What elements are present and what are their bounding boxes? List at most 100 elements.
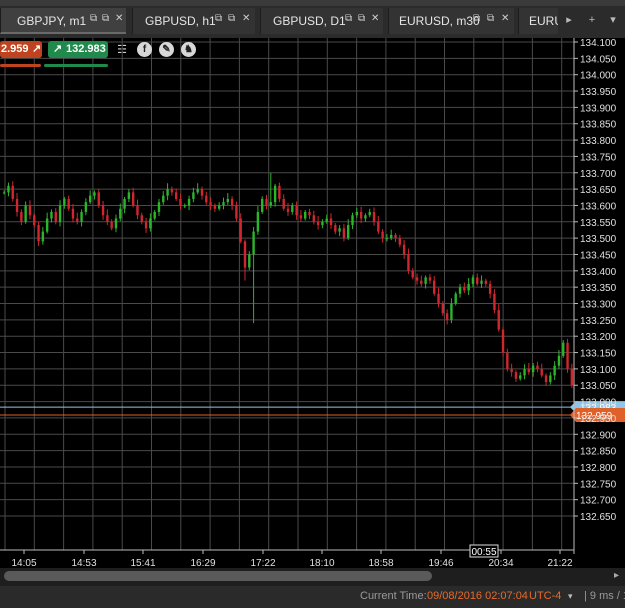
- candle-body: [166, 189, 169, 196]
- list-icon[interactable]: ☷: [114, 42, 130, 58]
- candle-body: [553, 365, 556, 376]
- candle-body: [321, 221, 324, 226]
- candle-body: [217, 205, 221, 209]
- y-tick-label: 133.600: [580, 201, 617, 212]
- candle-body: [2, 192, 6, 194]
- tabs-menu-icon[interactable]: ▾: [604, 10, 622, 30]
- tab-eurusd-m30[interactable]: EURUSD, m30 ⧉ ⧉ ✕: [388, 8, 514, 34]
- candle-body: [510, 368, 513, 373]
- candle-body: [480, 280, 483, 284]
- close-icon[interactable]: ✕: [501, 13, 509, 24]
- tab-label: GBPUSD, h1: [145, 14, 216, 28]
- candle-body: [33, 215, 36, 226]
- y-tick-label: 133.950: [580, 87, 617, 98]
- popout-icon[interactable]: ⧉: [345, 13, 352, 24]
- candle-body: [364, 215, 367, 219]
- scroll-right-icon[interactable]: ▸: [614, 570, 619, 581]
- pin-icon[interactable]: ⧉: [102, 13, 109, 24]
- y-tick-label: 132.900: [580, 430, 617, 441]
- candle-body: [149, 218, 152, 229]
- close-icon[interactable]: ✕: [371, 13, 379, 24]
- y-tick-label: 133.050: [580, 381, 617, 392]
- alert-icon[interactable]: ♞: [181, 42, 196, 57]
- candle-body: [179, 198, 182, 206]
- buy-bar: [44, 64, 108, 67]
- timezone-dropdown-icon[interactable]: ▾: [568, 591, 573, 602]
- candle-body: [299, 215, 303, 219]
- candle-body: [566, 342, 569, 369]
- y-tick-label: 133.300: [580, 300, 617, 311]
- candle-body: [458, 287, 462, 294]
- popout-icon[interactable]: ⧉: [90, 13, 97, 24]
- y-tick-label: 132.650: [580, 512, 617, 523]
- candle-body: [523, 368, 526, 376]
- candle-body: [11, 185, 14, 199]
- scrollbar-thumb[interactable]: [4, 571, 432, 581]
- candle-body: [544, 375, 548, 382]
- x-tick-label: 19:46: [428, 558, 453, 568]
- close-icon[interactable]: ✕: [115, 13, 123, 24]
- y-tick-label: 133.550: [580, 218, 617, 229]
- y-tick-label: 133.700: [580, 169, 617, 180]
- latency-readout: | 9 ms / 1: [584, 590, 625, 602]
- add-tab-icon[interactable]: +: [583, 10, 601, 30]
- pin-icon[interactable]: ⧉: [228, 13, 235, 24]
- time-marker: 00:55: [469, 544, 499, 558]
- candle-body: [243, 241, 247, 268]
- candle-body: [531, 365, 535, 373]
- candle-body: [282, 198, 285, 209]
- facebook-icon[interactable]: f: [137, 42, 152, 57]
- candle-body: [394, 234, 397, 239]
- popout-icon[interactable]: ⧉: [473, 13, 480, 24]
- y-tick-label: 133.200: [580, 332, 617, 343]
- candle-body: [84, 202, 88, 212]
- tab-gbpusd-h1[interactable]: GBPUSD, h1 ⧉ ⧉ ✕: [132, 8, 255, 34]
- candle-body: [557, 355, 561, 366]
- candle-body: [123, 198, 126, 209]
- y-tick-label: 133.750: [580, 152, 617, 163]
- chart-scrollbar[interactable]: ▸: [0, 568, 625, 586]
- candle-body: [295, 205, 298, 216]
- y-tick-label: 133.800: [580, 136, 617, 147]
- tab-gbpusd-d1[interactable]: GBPUSD, D1 ⧉ ⧉ ✕: [260, 8, 383, 34]
- candle-body: [192, 192, 195, 199]
- candle-body: [488, 283, 492, 294]
- candle-body: [222, 202, 225, 206]
- scroll-tabs-right-icon[interactable]: ▸: [560, 10, 578, 30]
- x-tick-label: 14:05: [11, 558, 36, 568]
- time-marker-label: 00:55: [471, 547, 496, 558]
- buy-price: 132.983: [66, 43, 106, 55]
- candle-body: [501, 329, 505, 353]
- candle-body: [63, 198, 66, 206]
- pin-icon[interactable]: ⧉: [487, 13, 494, 24]
- sell-button[interactable]: 2.959 ↗: [0, 41, 42, 58]
- candle-body: [76, 218, 79, 222]
- tab-euru[interactable]: EURU: [518, 8, 558, 34]
- candle-body: [256, 211, 260, 232]
- candle-body: [209, 202, 212, 206]
- candle-body: [248, 254, 251, 268]
- candle-body: [106, 215, 109, 222]
- candle-body: [476, 277, 479, 284]
- buy-button[interactable]: ↗ 132.983: [48, 41, 108, 58]
- candle-body: [484, 280, 488, 284]
- candle-body: [157, 202, 161, 212]
- popout-icon[interactable]: ⧉: [215, 13, 222, 24]
- share-icon[interactable]: ✎: [159, 42, 174, 57]
- price-chart[interactable]: 132.983132.959 134.100134.050134.000133.…: [0, 38, 625, 569]
- candle-body: [50, 211, 53, 219]
- candle-body: [20, 211, 23, 222]
- chart-area[interactable]: 132.983132.959 134.100134.050134.000133.…: [0, 38, 625, 569]
- timezone-selector[interactable]: UTC-4: [529, 590, 561, 602]
- pin-icon[interactable]: ⧉: [358, 13, 365, 24]
- sell-bar: [0, 64, 41, 67]
- candle-body: [441, 303, 445, 314]
- tab-gbpjpy-m1[interactable]: GBPJPY, m1 ⧉ ⧉ ✕: [0, 8, 126, 34]
- chart-background: [0, 38, 625, 568]
- candle-body: [88, 195, 92, 203]
- candle-body: [162, 195, 165, 203]
- candle-body: [549, 375, 552, 382]
- close-icon[interactable]: ✕: [242, 13, 250, 24]
- x-tick-label: 18:10: [309, 558, 334, 568]
- candle-body: [226, 198, 229, 203]
